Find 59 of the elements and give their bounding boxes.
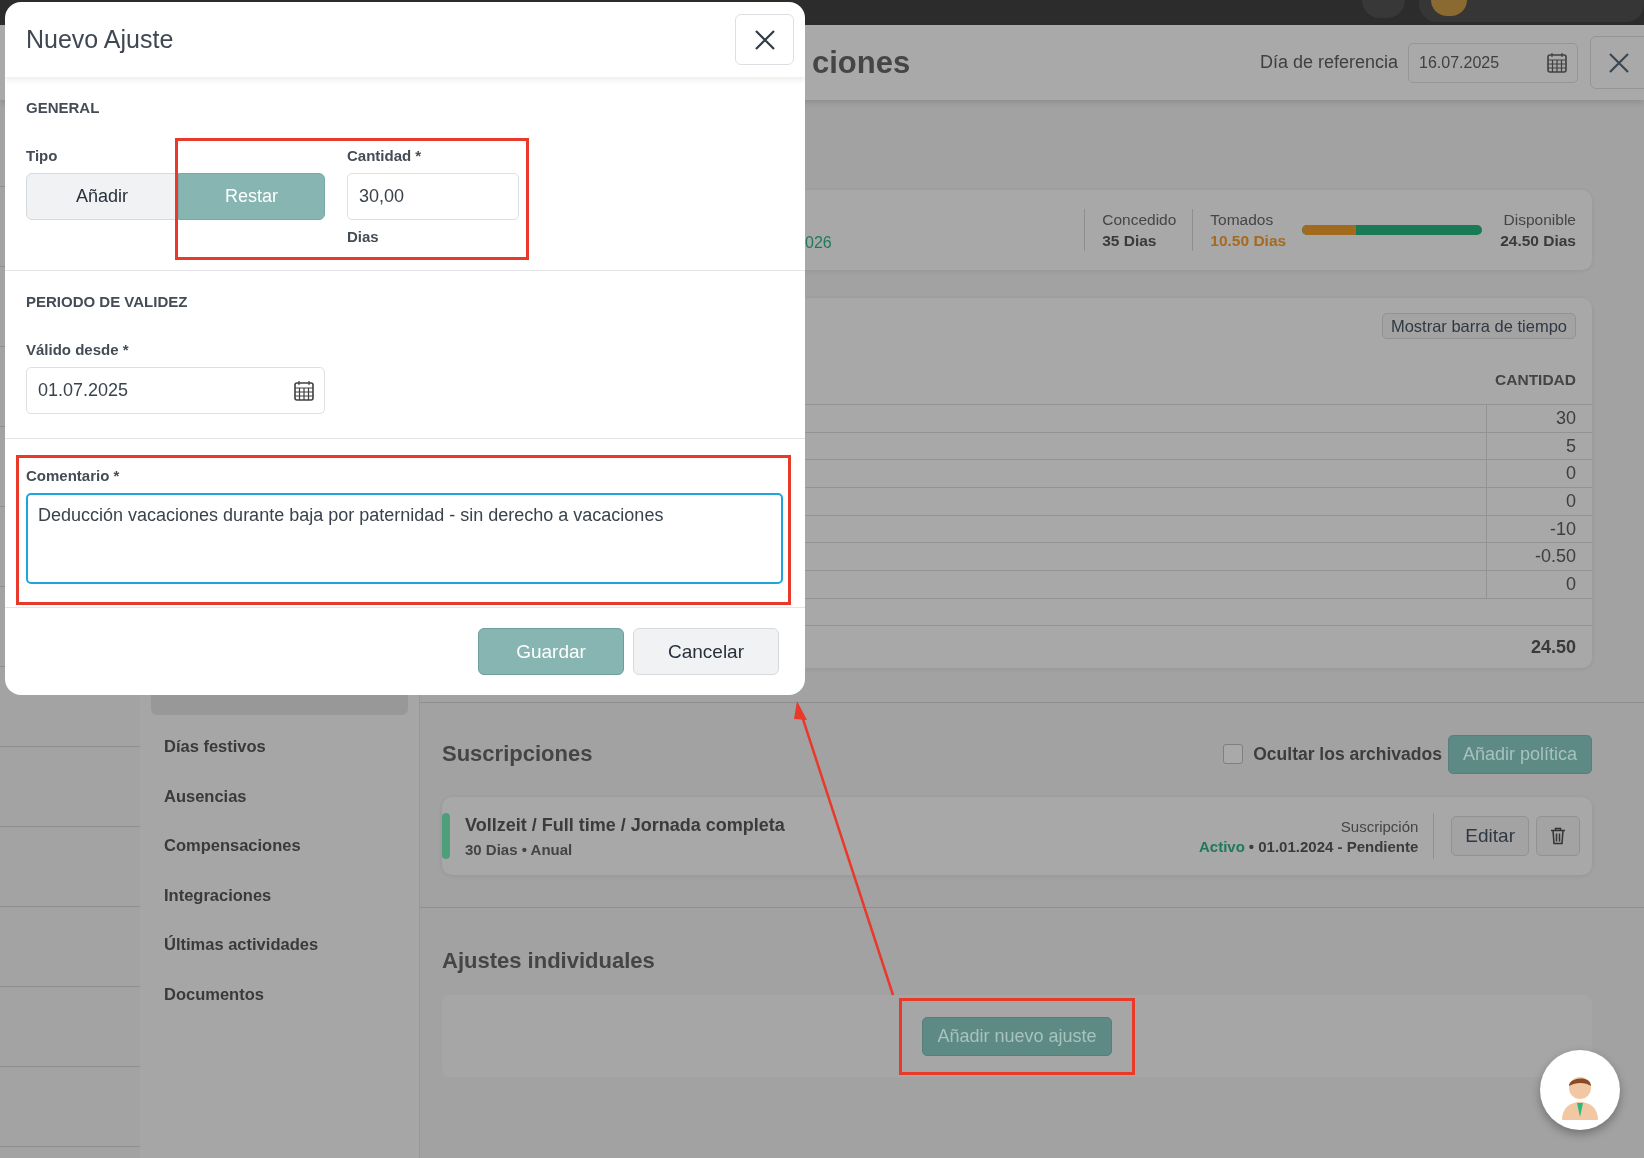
stat-value: 24.50 Dias bbox=[1500, 231, 1576, 251]
show-timeline-button[interactable]: Mostrar barra de tiempo bbox=[1381, 313, 1576, 339]
field-label: Tipo bbox=[26, 147, 59, 165]
sidebar-item[interactable]: Últimas actividades bbox=[151, 920, 408, 970]
trash-icon bbox=[1550, 827, 1566, 845]
page-title: ciones bbox=[812, 44, 911, 81]
table-cell: 0 bbox=[1486, 571, 1592, 598]
sidebar-item[interactable]: Integraciones bbox=[151, 870, 408, 920]
table-cell: -10 bbox=[1486, 515, 1592, 543]
stat-value: 35 Dias bbox=[1102, 231, 1158, 251]
stat-label: Disponible bbox=[1502, 210, 1576, 230]
field-label: Válido desde * bbox=[26, 341, 130, 359]
period-text: • 01.01.2024 - Pendiente bbox=[1248, 837, 1419, 855]
user-menu[interactable] bbox=[1418, 0, 1644, 22]
total-value: 24.50 bbox=[1530, 636, 1576, 658]
sidebar-item[interactable]: Ausencias bbox=[151, 771, 408, 821]
table-cell: 30 bbox=[1486, 405, 1592, 432]
close-button[interactable] bbox=[1590, 36, 1644, 89]
edit-button[interactable]: Editar bbox=[1451, 816, 1529, 856]
checkbox-label: Ocultar los archivados bbox=[1253, 743, 1442, 765]
calendar-icon[interactable] bbox=[292, 378, 316, 403]
section-heading: GENERAL bbox=[26, 98, 101, 118]
table-cell: 5 bbox=[1486, 432, 1592, 460]
dialog-title: Nuevo Ajuste bbox=[26, 25, 174, 54]
amount-field[interactable]: 30,00 bbox=[347, 173, 519, 220]
close-icon bbox=[1608, 51, 1630, 74]
stat-label: Concedido bbox=[1102, 210, 1177, 230]
column-header: CANTIDAD bbox=[1495, 371, 1576, 389]
calendar-icon[interactable] bbox=[1545, 50, 1569, 75]
subscription-details: 30 Dias • Anual bbox=[465, 840, 574, 858]
delete-button[interactable] bbox=[1536, 816, 1580, 856]
section-heading: PERIODO DE VALIDEZ bbox=[26, 292, 189, 312]
comment-field[interactable]: Deducción vacaciones durante baja por paternidad - sin derecho a vacaciones bbox=[26, 493, 783, 584]
cancel-button[interactable]: Cancelar bbox=[633, 628, 779, 675]
subscription-name: Vollzeit / Full time / Jornada completa bbox=[465, 814, 785, 836]
sidebar-item[interactable]: Días festivos bbox=[151, 722, 408, 772]
date-field[interactable]: 01.07.2025 bbox=[26, 367, 325, 414]
table-cell: -0.50 bbox=[1486, 543, 1592, 571]
table-cell: 0 bbox=[1486, 460, 1592, 488]
field-label: Comentario * bbox=[26, 467, 121, 485]
stat-value: 10.50 Dias bbox=[1210, 231, 1287, 251]
chat-assistant-button[interactable] bbox=[1540, 1050, 1620, 1130]
sidebar-item[interactable]: Documentos bbox=[151, 969, 408, 1019]
reference-date-field[interactable]: 16.07.2025 bbox=[1408, 42, 1578, 83]
period-text: 026 bbox=[805, 234, 832, 253]
table-cell: 0 bbox=[1486, 488, 1592, 515]
unit-label: Dias bbox=[347, 228, 380, 246]
section-title: Suscripciones bbox=[442, 741, 593, 767]
status-strip bbox=[442, 813, 450, 859]
subscription-type: Suscripción bbox=[1339, 817, 1419, 835]
field-label: Cantidad * bbox=[347, 147, 423, 165]
status-text: Activo bbox=[1199, 837, 1245, 855]
sidebar-item[interactable]: Compensaciones bbox=[151, 821, 408, 871]
type-option[interactable]: Añadir bbox=[26, 173, 178, 220]
close-icon bbox=[753, 28, 776, 51]
stat-label: Tomados bbox=[1210, 210, 1275, 230]
section-title: Ajustes individuales bbox=[442, 948, 656, 974]
reference-label: Día de referencia bbox=[1259, 52, 1398, 73]
checkbox[interactable] bbox=[1223, 744, 1244, 764]
